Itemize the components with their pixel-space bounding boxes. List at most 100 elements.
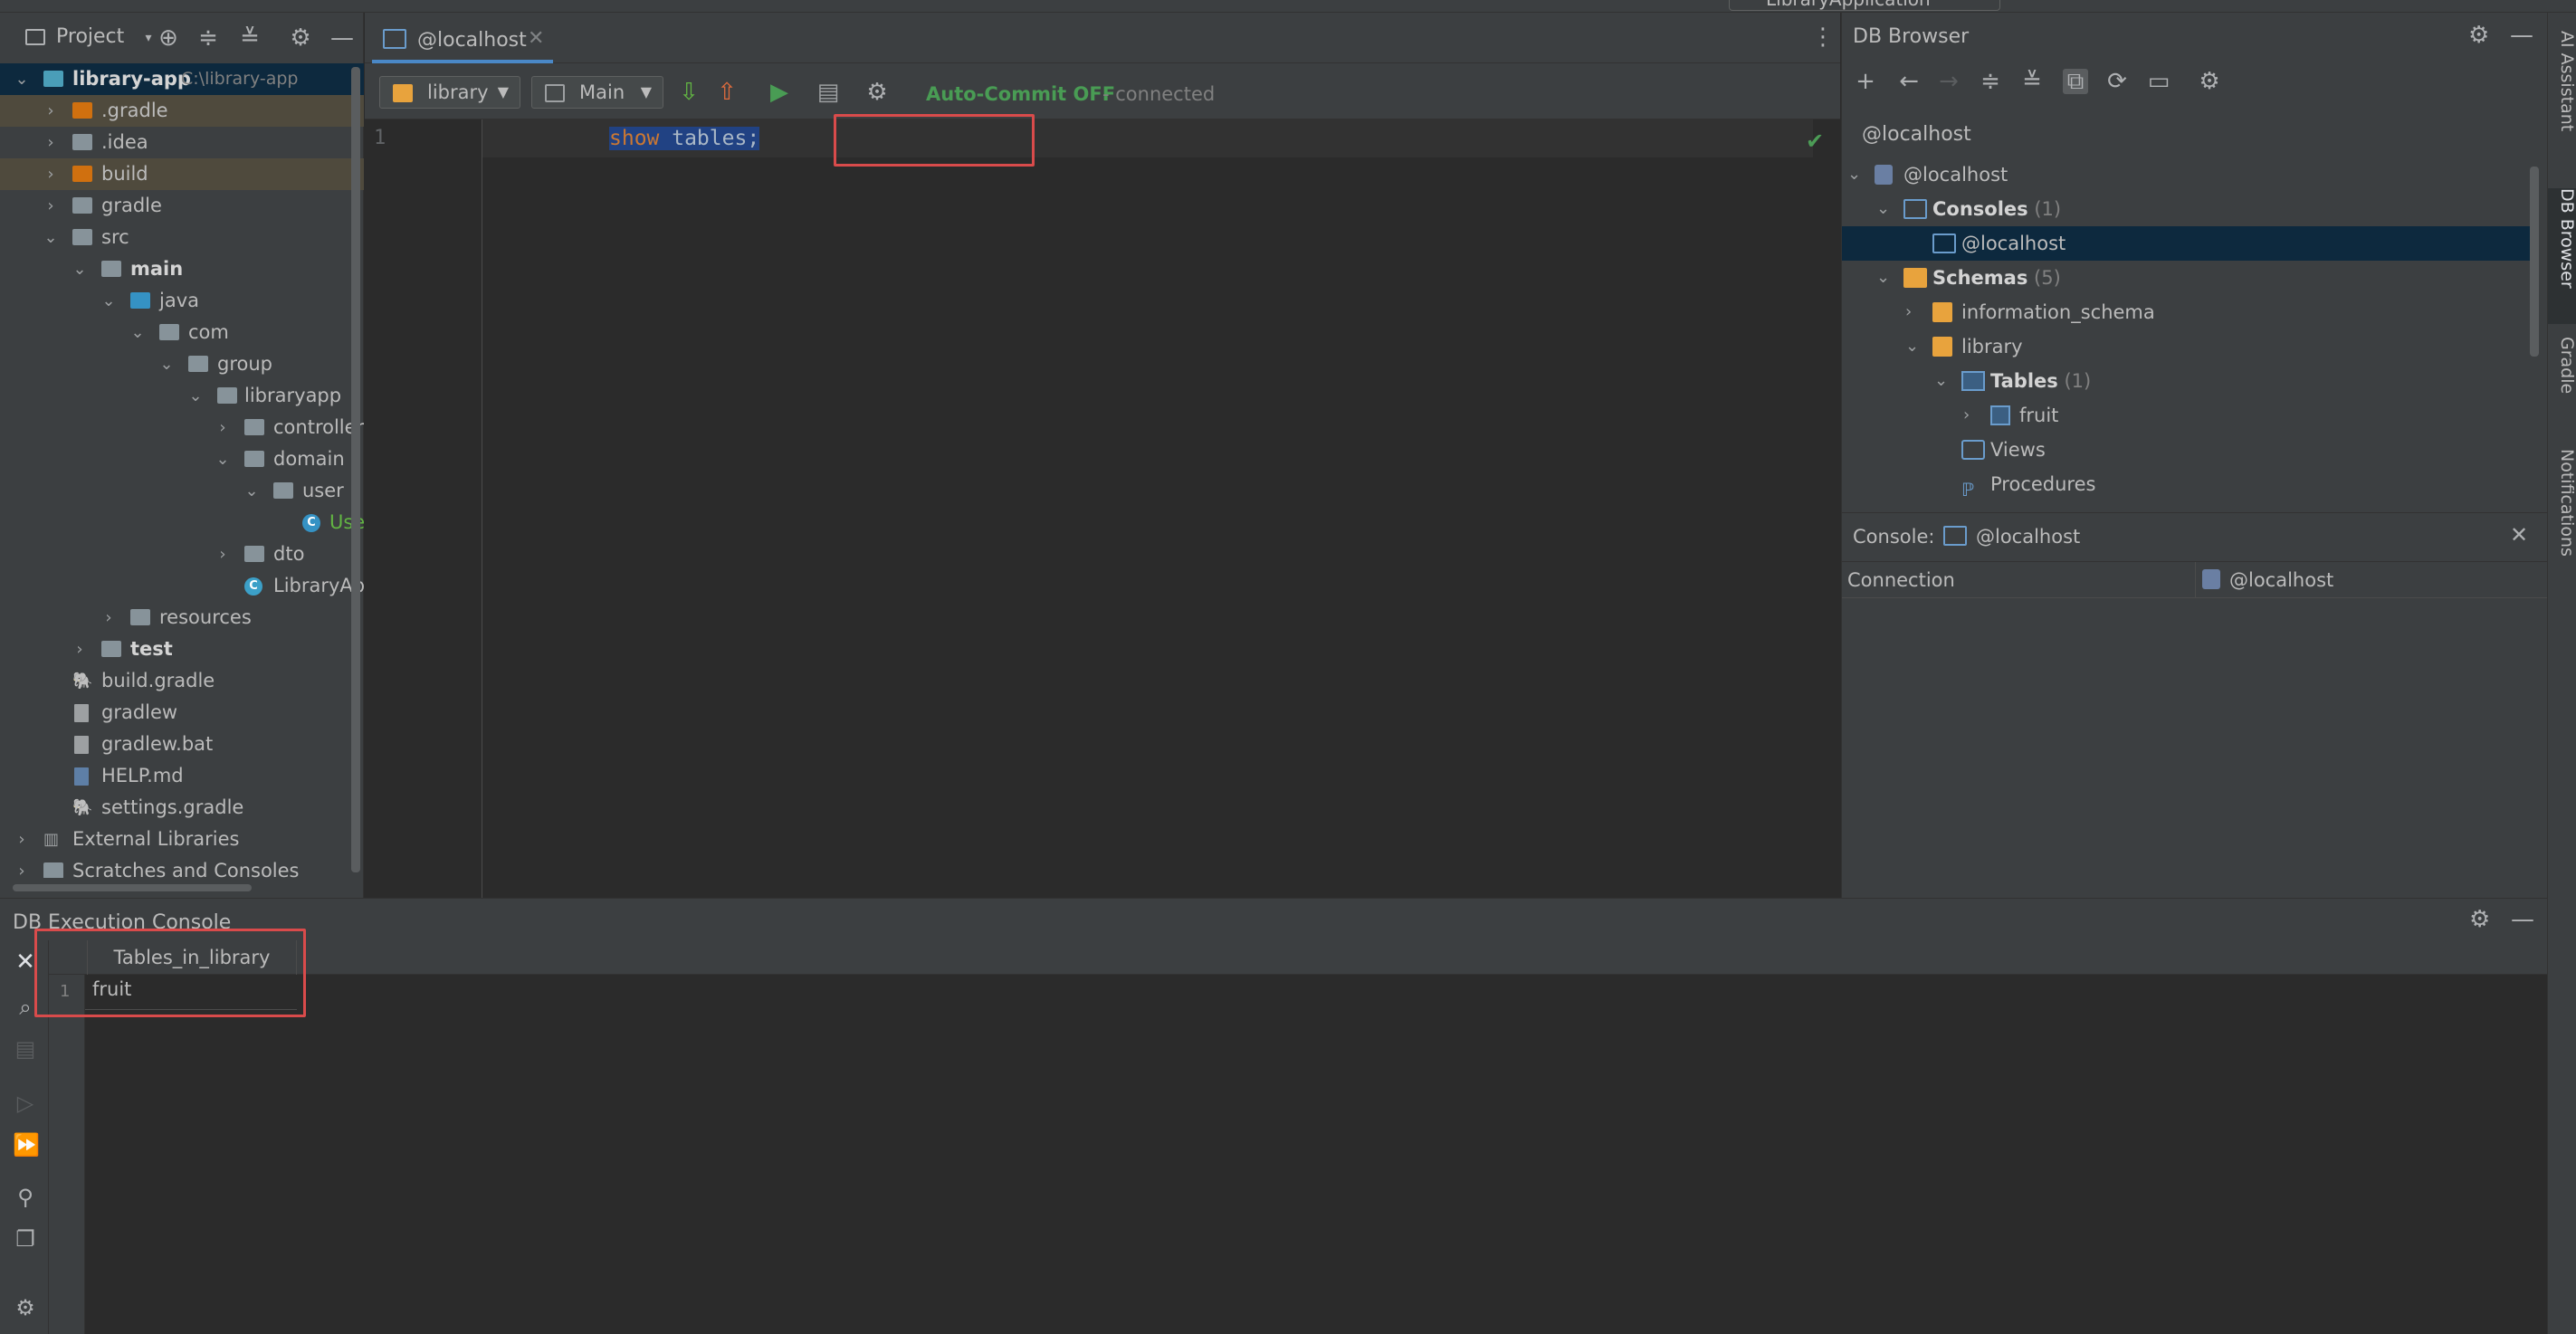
minimize-icon[interactable]: —: [329, 25, 355, 51]
locate-icon[interactable]: ⊕: [156, 25, 181, 51]
db-execution-console: DB Execution Console ⚙ — ✕ ⌕ ▤ ▷ ⏩ ⚲ ❐ ⚙…: [0, 898, 2547, 1334]
collapse-all-icon[interactable]: ≚: [2019, 69, 2045, 94]
markdown-icon: [74, 767, 89, 786]
forward-icon[interactable]: →: [1936, 69, 1961, 94]
tree-item-controller[interactable]: › controller: [0, 412, 364, 443]
chevron-down-icon: ▼: [640, 83, 652, 100]
tab-notifications[interactable]: Notifications: [2548, 449, 2576, 594]
rollback-icon[interactable]: ⇧: [714, 80, 739, 105]
tree-item-user-class[interactable]: C User: [0, 507, 364, 538]
db-tree-root[interactable]: ⌄ @localhost: [1842, 157, 2530, 192]
tree-item-gradlew[interactable]: gradlew: [0, 697, 364, 729]
tree-item-java[interactable]: ⌄ java: [0, 285, 364, 317]
db-tree-scrollbar[interactable]: [2530, 167, 2539, 357]
tree-item-external-libraries[interactable]: › ▥ External Libraries: [0, 824, 364, 855]
tree-item-build-gradle[interactable]: 🐘 build.gradle: [0, 665, 364, 697]
table-icon: [1990, 405, 2010, 425]
add-icon[interactable]: +: [1853, 69, 1878, 94]
tree-item-user[interactable]: ⌄ user: [0, 475, 364, 507]
execute-script-icon[interactable]: ▤: [816, 80, 841, 105]
tree-item-main[interactable]: ⌄ main: [0, 253, 364, 285]
gear-icon[interactable]: ⚙: [2468, 22, 2489, 49]
schema-select[interactable]: library ▼: [379, 76, 520, 109]
project-scrollbar[interactable]: [351, 67, 360, 872]
close-icon[interactable]: ✕: [528, 27, 544, 50]
tree-item-gradle-dir[interactable]: › .gradle: [0, 95, 364, 127]
minimize-icon[interactable]: —: [2510, 22, 2533, 49]
tree-item-help-md[interactable]: HELP.md: [0, 760, 364, 792]
tree-item-scratches[interactable]: › Scratches and Consoles: [0, 855, 364, 878]
run-icon[interactable]: ▶: [767, 80, 792, 105]
tree-item-libraryapp[interactable]: ⌄ libraryapp: [0, 380, 364, 412]
commit-icon[interactable]: ⇩: [676, 80, 701, 105]
tree-item-libraryapp-class[interactable]: C LibraryApp: [0, 570, 364, 602]
run-all-icon[interactable]: ⏩: [13, 1132, 40, 1158]
terminal-icon[interactable]: ▭: [2146, 69, 2171, 94]
db-tree-tables[interactable]: ⌄ Tables (1): [1842, 364, 2530, 398]
expand-all-icon[interactable]: ≑: [1978, 69, 2003, 94]
tab-db-browser[interactable]: DB Browser: [2548, 188, 2576, 324]
tree-item-dto[interactable]: › dto: [0, 538, 364, 570]
db-tree-console-localhost[interactable]: @localhost: [1842, 226, 2530, 261]
database-icon: [1875, 165, 1893, 185]
property-value: @localhost: [2229, 569, 2334, 591]
chevron-down-icon: ▼: [497, 83, 509, 100]
db-tree-consoles[interactable]: ⌄ Consoles (1): [1842, 192, 2530, 226]
filter-icon[interactable]: ⧉: [2063, 69, 2088, 94]
gear-icon[interactable]: ⚙: [2469, 906, 2490, 933]
db-tree-table-fruit[interactable]: › fruit: [1842, 398, 2530, 433]
tab-gradle[interactable]: Gradle: [2548, 337, 2576, 436]
db-tree-library[interactable]: ⌄ library: [1842, 329, 2530, 364]
results-icon[interactable]: ▤: [13, 1036, 38, 1062]
close-icon[interactable]: ✕: [2510, 522, 2528, 548]
tree-item-settings-gradle[interactable]: 🐘 settings.gradle: [0, 792, 364, 824]
tree-item-gradle[interactable]: › gradle: [0, 190, 364, 222]
db-tree-views[interactable]: Views: [1842, 433, 2530, 467]
collapse-all-icon[interactable]: ≚: [237, 25, 262, 51]
tree-item-group[interactable]: ⌄ group: [0, 348, 364, 380]
run-configuration-select[interactable]: LibraryApplication: [1729, 0, 2000, 11]
gradle-icon: 🐘: [72, 798, 93, 817]
refresh-icon[interactable]: ⟳: [2104, 69, 2130, 94]
session-select[interactable]: Main ▼: [531, 76, 663, 109]
project-tool-window: Project ▾ ⊕ ≑ ≚ ⚙ — ⌄ library-app C:\lib…: [0, 13, 364, 898]
autocommit-status[interactable]: Auto-Commit OFF: [926, 83, 1115, 105]
property-row-connection[interactable]: Connection @localhost: [1842, 562, 2548, 598]
tree-item-com[interactable]: ⌄ com: [0, 317, 364, 348]
tab-localhost[interactable]: @localhost ✕: [372, 16, 553, 63]
settings-icon[interactable]: ⚙: [864, 80, 890, 105]
minimize-icon[interactable]: —: [2511, 906, 2534, 933]
tree-item-idea[interactable]: › .idea: [0, 127, 364, 158]
tree-item-build[interactable]: › build: [0, 158, 364, 190]
db-tree-schemas[interactable]: ⌄ Schemas (5): [1842, 261, 2530, 295]
right-tool-stripe: AI Assistant DB Browser Gradle Notificat…: [2547, 13, 2576, 1334]
db-tree-information-schema[interactable]: › information_schema: [1842, 295, 2530, 329]
back-icon[interactable]: ←: [1896, 69, 1922, 94]
copy-icon[interactable]: ❐: [13, 1226, 38, 1252]
find-icon[interactable]: ⚲: [13, 1185, 38, 1210]
schema-icon: [1932, 337, 1952, 357]
expand-all-icon[interactable]: ≑: [196, 25, 221, 51]
settings-icon[interactable]: ⚙: [13, 1295, 38, 1320]
tree-item-library-app[interactable]: ⌄ library-app C:\library-app: [0, 63, 364, 95]
session-icon: [545, 84, 565, 102]
current-line[interactable]: show tables;: [482, 119, 1813, 157]
gear-icon[interactable]: ⚙: [288, 25, 313, 51]
tree-item-domain[interactable]: ⌄ domain: [0, 443, 364, 475]
schemas-icon: [1903, 268, 1927, 288]
tree-item-gradlew-bat[interactable]: gradlew.bat: [0, 729, 364, 760]
resume-icon[interactable]: ▷: [13, 1091, 38, 1116]
settings-icon[interactable]: ⚙: [2197, 69, 2222, 94]
console-icon: [1943, 526, 1967, 546]
tree-item-test[interactable]: › test: [0, 634, 364, 665]
db-tree-procedures[interactable]: ℙ Procedures: [1842, 467, 2530, 501]
sql-code[interactable]: show tables;: [609, 127, 760, 150]
tree-item-src[interactable]: ⌄ src: [0, 222, 364, 253]
procedures-icon: ℙ: [1961, 479, 1975, 500]
more-icon[interactable]: ⋮: [1811, 24, 1835, 51]
tree-item-resources[interactable]: › resources: [0, 602, 364, 634]
project-hscrollbar[interactable]: [13, 884, 252, 891]
project-title[interactable]: Project: [56, 25, 124, 48]
console-icon: [1903, 199, 1927, 219]
tab-ai-assistant[interactable]: AI Assistant: [2548, 31, 2576, 176]
